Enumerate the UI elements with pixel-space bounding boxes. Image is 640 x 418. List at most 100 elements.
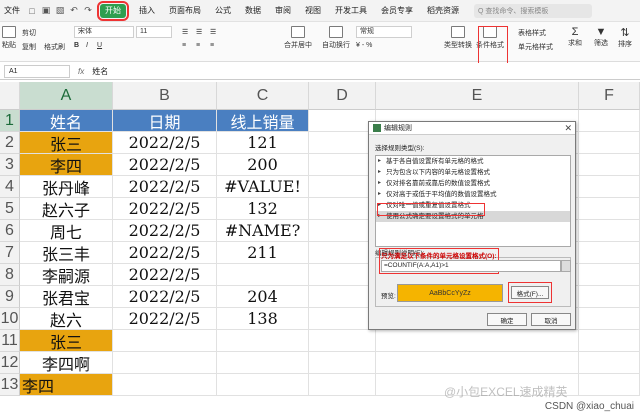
table-cell[interactable]	[309, 110, 376, 132]
table-cell[interactable]	[579, 110, 640, 132]
table-cell[interactable]: #NAME?	[217, 220, 309, 242]
align-center-icon[interactable]: ≡	[196, 42, 200, 49]
formula-field[interactable]: =COUNTIF(A:A,A1)>1	[381, 260, 561, 272]
column-header-f[interactable]: F	[579, 82, 640, 110]
undo-icon[interactable]: ↶	[68, 5, 80, 17]
sum-button[interactable]: Σ 求和	[568, 26, 582, 48]
table-cell[interactable]	[309, 308, 376, 330]
table-cell[interactable]	[309, 286, 376, 308]
table-cell[interactable]	[579, 374, 640, 396]
save-icon[interactable]: □	[26, 5, 38, 17]
table-cell[interactable]: 赵六子	[20, 198, 113, 220]
ok-button[interactable]: 确定	[487, 313, 527, 326]
table-cell[interactable]	[309, 374, 376, 396]
font-size-select[interactable]: 11	[136, 26, 172, 38]
row-header[interactable]: 12	[0, 352, 20, 374]
table-header-cell[interactable]: 线上销量	[217, 110, 309, 132]
table-cell[interactable]	[376, 352, 579, 374]
font-name-select[interactable]: 宋体	[74, 26, 134, 38]
align-right-icon[interactable]: ≡	[210, 42, 214, 49]
tab-formulas[interactable]: 公式	[208, 0, 238, 22]
row-header[interactable]: 4	[0, 176, 20, 198]
table-cell[interactable]: 2022/2/5	[113, 242, 217, 264]
table-cell[interactable]	[309, 132, 376, 154]
table-cell[interactable]	[113, 330, 217, 352]
copy-button[interactable]: 复制	[22, 42, 36, 52]
merge-center-button[interactable]: 合并居中	[284, 26, 312, 50]
tab-view[interactable]: 视图	[298, 0, 328, 22]
auto-wrap-button[interactable]: 自动换行	[322, 26, 350, 50]
table-cell[interactable]: #VALUE!	[217, 176, 309, 198]
fx-icon[interactable]: fx	[78, 67, 84, 76]
range-select-icon[interactable]	[561, 260, 571, 272]
table-cell[interactable]	[579, 220, 640, 242]
table-cell[interactable]: 2022/2/5	[113, 154, 217, 176]
type-convert-button[interactable]: 类型转换	[444, 26, 472, 50]
rule-type-list[interactable]: 基于各自值设置所有单元格的格式 只为包含以下内容的单元格设置格式 仅对排名靠前或…	[375, 155, 571, 247]
row-header[interactable]: 5	[0, 198, 20, 220]
row-header[interactable]: 8	[0, 264, 20, 286]
row-header[interactable]: 13	[0, 374, 20, 396]
column-header-d[interactable]: D	[309, 82, 376, 110]
column-header-a[interactable]: A	[20, 82, 113, 110]
underline-button[interactable]: U	[97, 42, 102, 49]
table-cell[interactable]: 2022/2/5	[113, 220, 217, 242]
table-cell[interactable]: 200	[217, 154, 309, 176]
table-cell[interactable]: 张丹峰	[20, 176, 113, 198]
rule-type-item[interactable]: 仅对高于或低于平均值的数值设置格式	[376, 189, 570, 200]
table-cell[interactable]: 2022/2/5	[113, 198, 217, 220]
table-cell[interactable]	[309, 242, 376, 264]
row-header[interactable]: 6	[0, 220, 20, 242]
table-cell[interactable]: 132	[217, 198, 309, 220]
align-left-icon[interactable]: ≡	[182, 42, 186, 49]
table-cell[interactable]	[217, 374, 309, 396]
rule-type-item[interactable]: 仅对排名靠前或靠后的数值设置格式	[376, 178, 570, 189]
table-cell[interactable]	[309, 154, 376, 176]
table-cell[interactable]	[579, 242, 640, 264]
table-cell[interactable]	[309, 198, 376, 220]
column-header-c[interactable]: C	[217, 82, 309, 110]
tab-member[interactable]: 会员专享	[374, 0, 420, 22]
tab-resources[interactable]: 稻壳资源	[420, 0, 466, 22]
table-cell[interactable]: 周七	[20, 220, 113, 242]
sort-button[interactable]: ⇅ 排序	[618, 26, 632, 49]
currency-icon[interactable]: ¥ - %	[356, 42, 372, 49]
table-cell[interactable]: 2022/2/5	[113, 132, 217, 154]
filter-button[interactable]: ▼ 筛选	[594, 26, 608, 48]
align-middle-icon[interactable]: ☰	[196, 28, 202, 36]
row-header[interactable]: 3	[0, 154, 20, 176]
column-header-e[interactable]: E	[376, 82, 579, 110]
table-cell[interactable]	[579, 132, 640, 154]
tab-data[interactable]: 数据	[238, 0, 268, 22]
tab-page-layout[interactable]: 页面布局	[162, 0, 208, 22]
table-cell[interactable]	[376, 330, 579, 352]
table-cell[interactable]: 138	[217, 308, 309, 330]
rule-type-item[interactable]: 基于各自值设置所有单元格的格式	[376, 156, 570, 167]
table-cell[interactable]: 121	[217, 132, 309, 154]
table-cell[interactable]	[579, 330, 640, 352]
formula-input[interactable]: 姓名	[92, 66, 108, 77]
table-cell[interactable]: 赵六	[20, 308, 113, 330]
table-cell[interactable]: 2022/2/5	[113, 286, 217, 308]
table-cell[interactable]: 2022/2/5	[113, 308, 217, 330]
table-cell[interactable]: 李四	[20, 154, 113, 176]
table-cell[interactable]	[309, 352, 376, 374]
redo-icon[interactable]: ↷	[82, 5, 94, 17]
tab-developer[interactable]: 开发工具	[328, 0, 374, 22]
table-cell[interactable]: 李四	[20, 374, 113, 396]
table-cell[interactable]: 张三丰	[20, 242, 113, 264]
table-cell[interactable]	[309, 220, 376, 242]
column-header-b[interactable]: B	[113, 82, 217, 110]
align-top-icon[interactable]: ☰	[182, 28, 188, 36]
table-cell[interactable]	[579, 198, 640, 220]
close-icon[interactable]: ✕	[564, 123, 572, 134]
table-cell[interactable]	[113, 374, 217, 396]
table-style-button[interactable]: 表格样式	[518, 28, 546, 38]
tab-insert[interactable]: 插入	[132, 0, 162, 22]
italic-button[interactable]: I	[86, 42, 88, 49]
format-painter-button[interactable]: 格式刷	[44, 42, 65, 52]
select-all-corner[interactable]	[0, 82, 20, 110]
rule-type-item[interactable]: 只为包含以下内容的单元格设置格式	[376, 167, 570, 178]
table-cell[interactable]: 李嗣源	[20, 264, 113, 286]
name-box[interactable]: A1	[4, 64, 70, 78]
